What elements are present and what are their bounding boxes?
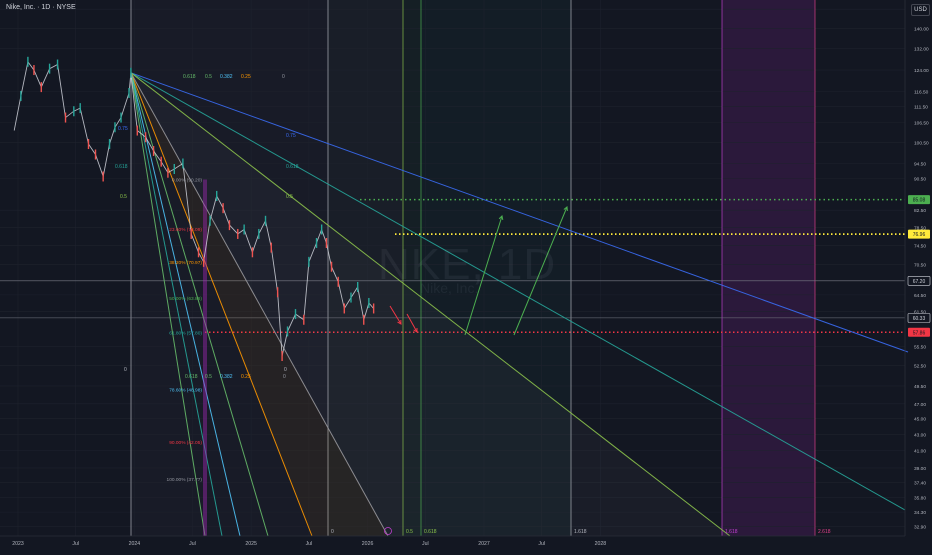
fan-bottom-label: 0 — [283, 374, 286, 380]
fan-top-label: 0.25 — [241, 74, 251, 80]
x-tick-label: Jul — [72, 541, 79, 547]
fan-top-label: 0.382 — [220, 74, 233, 80]
x-tick-label: Jul — [422, 541, 429, 547]
time-zone-label: 0.618 — [424, 529, 437, 535]
y-tick-label: 111.50 — [914, 105, 928, 111]
y-tick-label: 37.40 — [914, 480, 926, 486]
fan-bottom-label: 0.25 — [241, 374, 251, 380]
fan-line-label: 0.5 — [120, 194, 127, 200]
fib-range-bar — [203, 179, 207, 537]
x-tick-label: 2025 — [245, 541, 257, 547]
fan-bottom-label: 0.5 — [205, 374, 212, 380]
fib-level-label: 0.00% (90.20) — [172, 178, 203, 184]
y-tick-label: 94.50 — [914, 161, 926, 167]
fan-line-label: 0.75 — [118, 126, 128, 132]
y-tick-label: 106.50 — [914, 120, 929, 126]
y-tick-label: 47.00 — [914, 402, 926, 408]
fan-top-label: 0 — [282, 74, 285, 80]
y-tick-label: 35.80 — [914, 495, 926, 501]
x-tick-label: 2027 — [478, 541, 490, 547]
company-watermark: Nike, Inc. — [420, 280, 479, 296]
y-tick-label: 116.50 — [914, 90, 929, 96]
time-zone-label: 1.618 — [725, 529, 738, 535]
x-tick-label: 2024 — [129, 541, 141, 547]
y-tick-label: 32.90 — [914, 524, 926, 530]
fan-line-label: 0.618 — [115, 164, 128, 170]
y-tick-label: 45.00 — [914, 417, 926, 423]
y-tick-label: 74.50 — [914, 243, 926, 249]
fib-level-label: 23.60% (78.09) — [169, 227, 202, 233]
fan-top-label: 0.618 — [183, 74, 196, 80]
y-tick-label: 140.00 — [914, 26, 929, 32]
y-tick-label: 124.00 — [914, 68, 929, 74]
fib-level-label: 78.60% (48.98) — [169, 388, 202, 394]
y-tick-label: 64.50 — [914, 293, 926, 299]
y-tick-label: 43.00 — [914, 432, 926, 438]
currency-button[interactable]: USD — [911, 4, 930, 16]
fan-top-label: 0.5 — [205, 74, 212, 80]
y-tick-label: 39.00 — [914, 466, 926, 472]
price-badge-label: 57.86 — [913, 330, 926, 336]
fib-level-label: 61.80% (57.80) — [169, 331, 202, 337]
y-tick-label: 52.50 — [914, 364, 926, 370]
fib-level-label: 38.20% (70.97) — [169, 260, 202, 266]
x-tick-label: 2026 — [362, 541, 374, 547]
y-tick-label: 82.50 — [914, 208, 926, 214]
x-tick-label: Jul — [538, 541, 545, 547]
y-tick-label: 41.00 — [914, 449, 926, 455]
fan-bottom-label: 0.382 — [220, 374, 233, 380]
fib-level-label: 90.00% (42.05) — [169, 440, 202, 446]
chart-title: Nike, Inc. · 1D · NYSE — [6, 4, 76, 11]
anchor-label: 0 — [124, 367, 127, 373]
fib-level-label: 100.00% (37.77) — [167, 477, 203, 483]
x-tick-label: Jul — [189, 541, 196, 547]
price-badge-label: 60.33 — [913, 316, 926, 322]
fan-line-label: 0.618 — [286, 164, 299, 170]
y-tick-label: 55.50 — [914, 345, 926, 351]
time-zone-label: 2.618 — [818, 529, 831, 535]
price-badge-label: 76.96 — [913, 232, 926, 238]
y-tick-label: 49.50 — [914, 384, 926, 390]
y-tick-label: 70.50 — [914, 262, 926, 268]
y-tick-label: 90.50 — [914, 176, 926, 182]
fan-bottom-label: 0.618 — [185, 374, 198, 380]
fib-level-label: 50.00% (63.88) — [169, 296, 202, 302]
x-tick-label: 2028 — [595, 541, 607, 547]
y-tick-label: 100.50 — [914, 140, 929, 146]
time-zone-label: 0 — [331, 529, 334, 535]
price-badge-label: 67.20 — [913, 279, 926, 285]
x-tick-label: 2023 — [12, 541, 24, 547]
time-zone-label: 0.5 — [406, 529, 413, 535]
time-zone-label: 1.618 — [574, 529, 587, 535]
y-tick-label: 34.30 — [914, 510, 926, 516]
y-tick-label: 132.00 — [914, 47, 929, 53]
time-zone-shade — [722, 0, 815, 536]
fan-line-label: 0.5 — [286, 194, 293, 200]
anchor-label: 0 — [284, 367, 287, 373]
x-tick-label: Jul — [306, 541, 313, 547]
fan-line-label: 0.75 — [286, 133, 296, 139]
price-badge-label: 85.08 — [913, 198, 926, 204]
